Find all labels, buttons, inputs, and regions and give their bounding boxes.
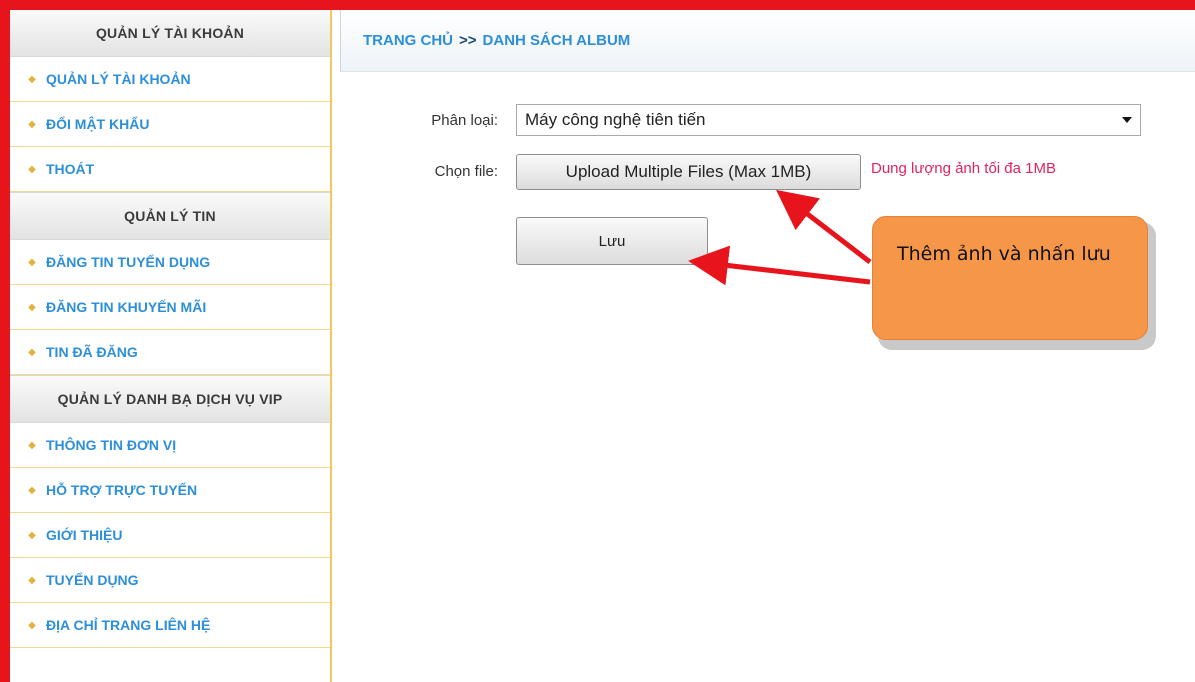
sidebar-item-label: ĐỊA CHỈ TRANG LIÊN HỆ <box>46 617 211 633</box>
sidebar-item-label: GIỚI THIỆU <box>46 527 123 543</box>
diamond-bullet-icon: ◆ <box>28 346 36 358</box>
red-frame-top <box>0 0 1195 10</box>
sidebar-item-label: ĐĂNG TIN TUYỂN DỤNG <box>46 254 211 270</box>
sidebar-item-posted-news[interactable]: ◆ TIN ĐÃ ĐĂNG <box>10 330 330 375</box>
category-label: Phân loại: <box>431 112 498 129</box>
sidebar-item-label: TUYỂN DỤNG <box>46 572 139 588</box>
chevron-down-icon <box>1122 117 1132 123</box>
sidebar-item-unit-info[interactable]: ◆ THÔNG TIN ĐƠN VỊ <box>10 423 330 468</box>
category-select[interactable]: Máy công nghệ tiên tiến <box>516 104 1141 136</box>
file-label: Chọn file: <box>434 163 498 180</box>
sidebar-item-post-promo[interactable]: ◆ ĐĂNG TIN KHUYẾN MÃI <box>10 285 330 330</box>
sidebar-header-vip: QUẢN LÝ DANH BẠ DỊCH VỤ VIP <box>10 375 330 423</box>
upload-files-button[interactable]: Upload Multiple Files (Max 1MB) <box>516 154 861 190</box>
sidebar: QUẢN LÝ TÀI KHOẢN ◆ QUẢN LÝ TÀI KHOẢN ◆ ĐỔ… <box>10 10 332 682</box>
sidebar-item-contact-page[interactable]: ◆ ĐỊA CHỈ TRANG LIÊN HỆ <box>10 603 330 648</box>
sidebar-item-online-support[interactable]: ◆ HỖ TRỢ TRỰC TUYẾN <box>10 468 330 513</box>
diamond-bullet-icon: ◆ <box>28 73 36 85</box>
arrow-to-save-button <box>688 245 871 286</box>
sidebar-item-post-job[interactable]: ◆ ĐĂNG TIN TUYỂN DỤNG <box>10 240 330 285</box>
breadcrumb-current: DANH SÁCH ALBUM <box>482 32 631 49</box>
sidebar-item-label: HỖ TRỢ TRỰC TUYẾN <box>46 482 198 498</box>
diamond-bullet-icon: ◆ <box>28 163 36 175</box>
sidebar-item-introduction[interactable]: ◆ GIỚI THIỆU <box>10 513 330 558</box>
diamond-bullet-icon: ◆ <box>28 529 36 541</box>
sidebar-item-label: TIN ĐÃ ĐĂNG <box>46 344 138 360</box>
diamond-bullet-icon: ◆ <box>28 484 36 496</box>
diamond-bullet-icon: ◆ <box>28 619 36 631</box>
diamond-bullet-icon: ◆ <box>28 439 36 451</box>
diamond-bullet-icon: ◆ <box>28 574 36 586</box>
sidebar-item-label: ĐĂNG TIN KHUYẾN MÃI <box>46 299 207 315</box>
diamond-bullet-icon: ◆ <box>28 256 36 268</box>
sidebar-header-account: QUẢN LÝ TÀI KHOẢN <box>10 10 330 57</box>
sidebar-item-account-manage[interactable]: ◆ QUẢN LÝ TÀI KHOẢN <box>10 57 330 102</box>
size-hint: Dung lượng ảnh tối đa 1MB <box>871 160 1056 177</box>
save-button[interactable]: Lưu <box>516 217 708 265</box>
sidebar-item-label: THOÁT <box>46 161 95 177</box>
breadcrumb: TRANG CHỦ >> DANH SÁCH ALBUM <box>340 10 1195 72</box>
category-select-value: Máy công nghệ tiên tiến <box>525 110 706 129</box>
breadcrumb-separator: >> <box>459 32 477 49</box>
annotation-callout: Thêm ảnh và nhấn lưu <box>872 216 1148 340</box>
sidebar-item-label: ĐỔI MẬT KHẨU <box>46 116 150 132</box>
diamond-bullet-icon: ◆ <box>28 301 36 313</box>
sidebar-item-logout[interactable]: ◆ THOÁT <box>10 147 330 192</box>
arrow-to-upload-button <box>776 189 872 264</box>
sidebar-header-news: QUẢN LÝ TIN <box>10 192 330 240</box>
breadcrumb-home-link[interactable]: TRANG CHỦ <box>363 32 453 49</box>
sidebar-item-label: QUẢN LÝ TÀI KHOẢN <box>46 71 191 87</box>
red-frame-left <box>0 0 10 682</box>
diamond-bullet-icon: ◆ <box>28 118 36 130</box>
sidebar-item-label: THÔNG TIN ĐƠN VỊ <box>46 437 177 453</box>
sidebar-item-recruitment[interactable]: ◆ TUYỂN DỤNG <box>10 558 330 603</box>
sidebar-item-change-password[interactable]: ◆ ĐỔI MẬT KHẨU <box>10 102 330 147</box>
